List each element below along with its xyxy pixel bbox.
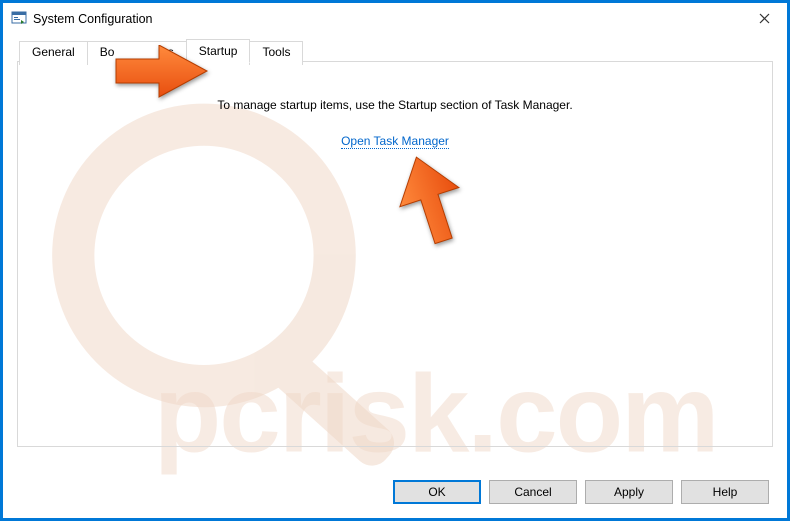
- close-icon: [759, 13, 770, 24]
- dialog-buttons: OK Cancel Apply Help: [393, 480, 769, 504]
- window-title: System Configuration: [33, 12, 153, 26]
- tab-bar: General Boot Services Startup Tools: [17, 39, 773, 62]
- window-frame: System Configuration pcrisk.com General: [0, 0, 790, 521]
- close-button[interactable]: [741, 3, 787, 33]
- app-icon: [11, 11, 27, 27]
- tab-panel-frame: [17, 61, 773, 447]
- tab-general[interactable]: General: [19, 41, 88, 65]
- help-button[interactable]: Help: [681, 480, 769, 504]
- titlebar: System Configuration: [3, 3, 787, 35]
- window-content: pcrisk.com General Boot Services Startup…: [3, 35, 787, 462]
- apply-button[interactable]: Apply: [585, 480, 673, 504]
- tab-boot[interactable]: Boot Services: [87, 41, 187, 65]
- tab-startup[interactable]: Startup: [186, 39, 251, 63]
- tab-tools[interactable]: Tools: [249, 41, 303, 65]
- ok-button[interactable]: OK: [393, 480, 481, 504]
- cancel-button[interactable]: Cancel: [489, 480, 577, 504]
